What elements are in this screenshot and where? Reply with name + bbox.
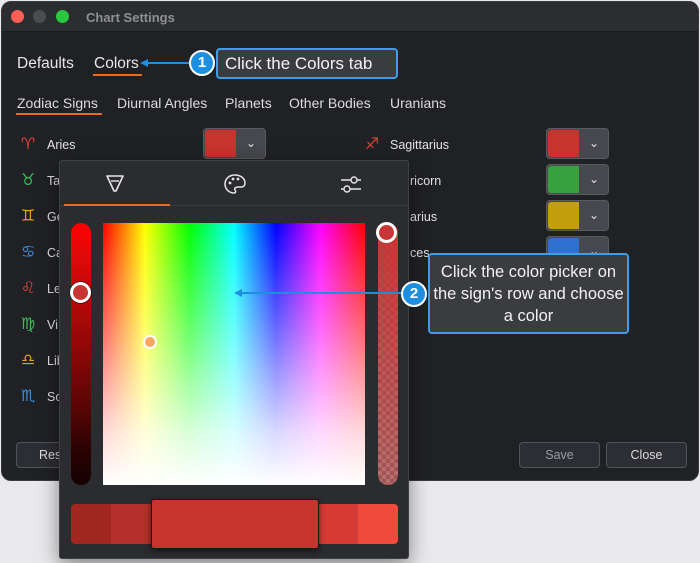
step-1-callout: Click the Colors tab (216, 48, 398, 79)
step-1-badge: 1 (189, 50, 215, 76)
callout-2-arrowhead (234, 289, 242, 297)
callout-1-arrowhead (140, 59, 148, 67)
step-2-callout: Click the color picker on the sign's row… (428, 253, 629, 334)
step-2-badge: 2 (401, 281, 427, 307)
